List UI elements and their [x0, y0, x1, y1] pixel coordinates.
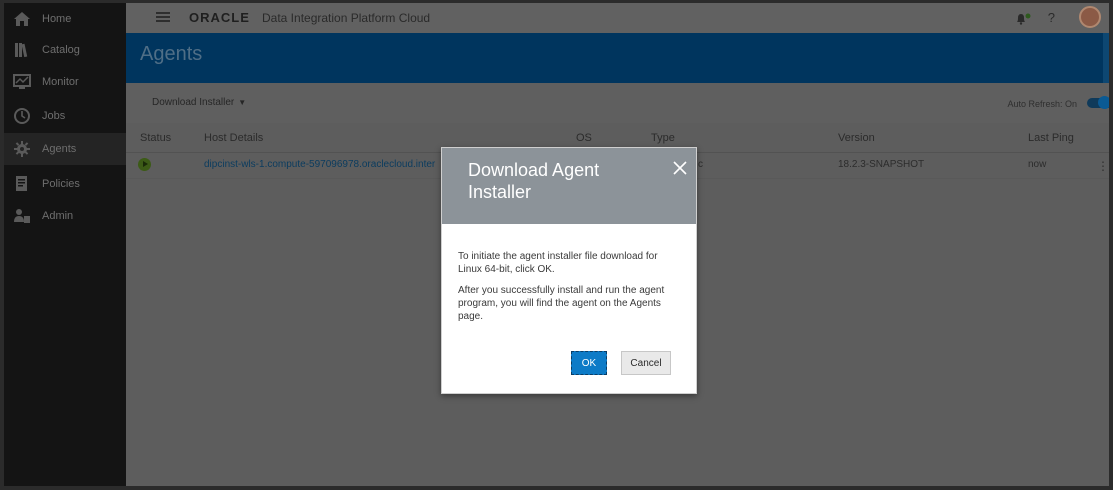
sidebar-item-policies[interactable]: Policies — [4, 168, 126, 200]
sidebar-item-home[interactable]: Home — [4, 3, 126, 35]
column-header-type[interactable]: Type — [651, 132, 675, 144]
help-icon[interactable]: ? — [1048, 10, 1055, 25]
notification-bell-icon[interactable] — [1015, 12, 1031, 30]
dialog-message: After you successfully install and run t… — [458, 285, 665, 322]
app-window: Home Catalog Monitor Jobs Agents Policie… — [0, 0, 1113, 490]
cancel-button[interactable]: Cancel — [621, 351, 671, 375]
top-bar: ORACLE Data Integration Platform Cloud ? — [126, 3, 1109, 33]
dialog-body: To initiate the agent installer file dow… — [458, 250, 680, 331]
catalog-icon — [12, 41, 32, 59]
dialog-message: To initiate the agent installer file dow… — [458, 251, 658, 275]
column-header-host-details[interactable]: Host Details — [204, 132, 263, 144]
version-cell: 18.2.3-SNAPSHOT — [838, 159, 925, 170]
sidebar: Home Catalog Monitor Jobs Agents Policie… — [4, 3, 126, 486]
hamburger-menu-icon[interactable] — [156, 12, 170, 22]
type-cell: c — [698, 159, 703, 170]
sidebar-item-admin[interactable]: Admin — [4, 200, 126, 232]
column-header-status[interactable]: Status — [140, 132, 171, 144]
product-title: Data Integration Platform Cloud — [262, 11, 431, 25]
sidebar-item-label: Home — [42, 13, 72, 25]
column-header-os[interactable]: OS — [576, 132, 592, 144]
avatar[interactable] — [1079, 6, 1101, 28]
sidebar-item-label: Catalog — [42, 44, 80, 56]
clock-icon — [12, 107, 32, 125]
sidebar-item-agents[interactable]: Agents — [4, 133, 126, 165]
page-banner: Agents — [126, 33, 1109, 83]
auto-refresh-toggle[interactable] — [1087, 96, 1109, 109]
sidebar-item-label: Policies — [42, 178, 80, 190]
download-agent-installer-dialog: Download Agent Installer To initiate the… — [441, 147, 697, 394]
last-ping-cell: now — [1028, 159, 1047, 170]
scrollbar[interactable] — [1103, 33, 1109, 83]
page-title: Agents — [140, 43, 203, 65]
policies-icon — [12, 175, 32, 193]
chevron-down-icon: ▼ — [238, 98, 247, 107]
dialog-title: Download Agent Installer — [468, 160, 600, 202]
sidebar-item-label: Admin — [42, 210, 74, 222]
close-icon[interactable] — [672, 160, 690, 178]
sidebar-item-jobs[interactable]: Jobs — [4, 100, 126, 132]
status-running-icon — [138, 158, 151, 171]
sidebar-item-label: Monitor — [42, 76, 79, 88]
home-icon — [12, 10, 32, 28]
row-menu-icon[interactable]: ⋮ — [1097, 159, 1109, 173]
sidebar-item-label: Agents — [42, 143, 77, 155]
column-header-version[interactable]: Version — [838, 132, 875, 144]
download-installer-button[interactable]: Download Installer ▼ — [152, 97, 246, 108]
column-header-last-ping[interactable]: Last Ping — [1028, 132, 1074, 144]
ok-button[interactable]: OK — [571, 351, 607, 375]
monitor-icon — [12, 73, 32, 91]
sidebar-item-monitor[interactable]: Monitor — [4, 66, 126, 98]
dialog-header: Download Agent Installer — [442, 148, 696, 224]
host-details-link[interactable]: dipcinst-wls-1.compute-597096978.oraclec… — [204, 159, 435, 170]
download-installer-label: Download Installer — [152, 97, 235, 108]
gear-icon — [12, 140, 32, 158]
admin-icon — [12, 207, 32, 225]
auto-refresh-label: Auto Refresh: On — [1007, 99, 1077, 109]
sidebar-item-label: Jobs — [42, 110, 66, 122]
toolbar: Download Installer ▼ Auto Refresh: On — [126, 83, 1109, 123]
sidebar-item-catalog[interactable]: Catalog — [4, 34, 126, 66]
oracle-logo: ORACLE — [189, 10, 250, 25]
